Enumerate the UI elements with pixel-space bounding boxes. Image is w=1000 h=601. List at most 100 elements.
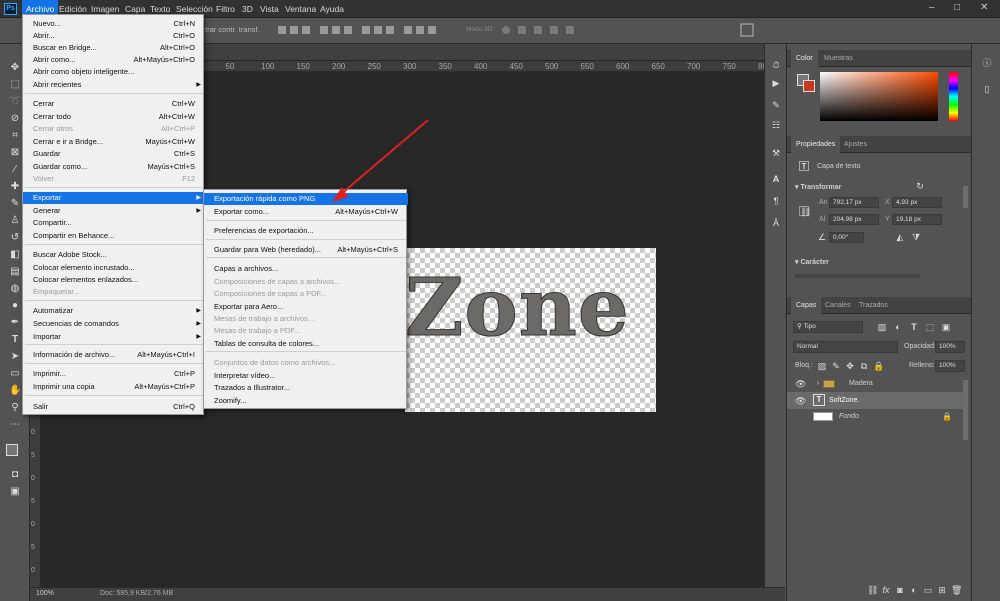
layer-filter-select[interactable]: ⚲ Tipo	[793, 321, 863, 333]
menu-item[interactable]: Exportar para Aero...	[204, 301, 408, 313]
foreground-color-swatch[interactable]	[6, 444, 18, 456]
menu-item[interactable]: Empaquetar...	[23, 286, 205, 298]
layer-name[interactable]: Madera	[849, 380, 873, 387]
menu-item[interactable]: Composiciones de capas a archivos...	[204, 276, 408, 288]
menu-item[interactable]: Cerrar otros Alt+Ctrl+P	[23, 123, 205, 135]
menu-item[interactable]: Compartir en Behance...	[23, 230, 205, 242]
tab-channels[interactable]: Canales	[820, 297, 856, 314]
filter-pixel-icon[interactable]: ▨	[877, 322, 887, 332]
libraries-icon[interactable]: ▯	[982, 84, 992, 94]
character-icon[interactable]: A	[771, 174, 781, 184]
fill-field[interactable]: 100%	[935, 360, 965, 372]
menu-item[interactable]: Conjuntos de datos como archivos...	[204, 357, 408, 369]
tab-color[interactable]: Color	[791, 50, 818, 67]
adjustment-layer-icon[interactable]: ◐	[909, 585, 919, 595]
opacity-field[interactable]: 100%	[935, 341, 965, 353]
menu-item[interactable]: Zoomify...	[204, 395, 408, 407]
menu-3d[interactable]: 3D	[238, 0, 257, 18]
tab-layers[interactable]: Capas	[791, 297, 822, 314]
tool-presets-icon[interactable]: ⚒	[771, 148, 781, 158]
document-canvas[interactable]: Zone	[405, 248, 656, 412]
menu-vista[interactable]: Vista	[256, 0, 283, 18]
color-field[interactable]	[820, 72, 938, 121]
lock-transparency-icon[interactable]: ▨	[817, 361, 827, 371]
menu-item[interactable]: Guardar Ctrl+S	[23, 148, 205, 160]
menu-item[interactable]: Abrir recientes ▶	[23, 79, 205, 91]
menu-item[interactable]: Composiciones de capas a PDF...	[204, 288, 408, 300]
healing-brush-tool-icon[interactable]: ✚	[9, 181, 21, 193]
menu-item[interactable]: Mesas de trabajo a archivos...	[204, 313, 408, 325]
link-proportions-icon[interactable]: ⛓	[799, 206, 811, 217]
move-tool-icon[interactable]: ✥	[9, 62, 21, 74]
menu-item[interactable]: Abrir como objeto inteligente...	[23, 66, 205, 78]
menu-item[interactable]: Preferencias de exportación...	[204, 225, 408, 237]
menu-item[interactable]: Automatizar ▶	[23, 305, 205, 317]
screen-mode-icon[interactable]: ▣	[9, 486, 21, 498]
menu-item[interactable]: Exportar ▶	[23, 192, 205, 204]
link-layers-icon[interactable]: ⛓	[867, 585, 878, 595]
layer-row-background[interactable]: Fondo 🔒	[787, 409, 963, 425]
menu-item[interactable]: Compartir...	[23, 217, 205, 229]
visibility-eye-icon[interactable]: 👁	[795, 379, 806, 389]
menu-item[interactable]: Guardar para Web (heredado)... Alt+Mayús+…	[204, 244, 408, 256]
tab-paths[interactable]: Trazados	[854, 297, 893, 314]
maximize-icon[interactable]: □	[954, 2, 960, 13]
filter-smart-object-icon[interactable]: ▣	[941, 322, 951, 332]
color-panel-background[interactable]	[803, 80, 815, 92]
menu-item[interactable]: Imprimir... Ctrl+P	[23, 368, 205, 380]
menu-item[interactable]: Secuencias de comandos ▶	[23, 318, 205, 330]
lock-artboard-icon[interactable]: ⧉	[859, 361, 869, 371]
layers-scrollbar[interactable]	[963, 380, 968, 440]
menu-item[interactable]: Capas a archivos...	[204, 263, 408, 275]
blur-tool-icon[interactable]: ◍	[9, 283, 21, 295]
adjustments-icon[interactable]: ☷	[771, 120, 781, 130]
properties-scrollbar[interactable]	[963, 186, 968, 208]
paragraph-icon[interactable]: ¶	[771, 196, 781, 206]
hue-slider[interactable]	[949, 72, 958, 121]
quick-mask-icon[interactable]: ◘	[9, 469, 21, 481]
menu-item[interactable]: Guardar como... Mayús+Ctrl+S	[23, 161, 205, 173]
menu-item[interactable]: Colocar elemento incrustado...	[23, 262, 205, 274]
type-tool-icon[interactable]: T	[9, 334, 21, 346]
tab-swatches[interactable]: Muestras	[819, 50, 858, 67]
blend-mode-select[interactable]: Normal	[793, 341, 898, 353]
menu-item[interactable]: Buscar en Bridge... Alt+Ctrl+O	[23, 42, 205, 54]
menu-item[interactable]: Importar ▶	[23, 331, 205, 343]
eraser-tool-icon[interactable]: ◧	[9, 249, 21, 261]
character-font-field[interactable]	[795, 274, 920, 278]
menu-item[interactable]: Mesas de trabajo a PDF...	[204, 325, 408, 337]
lock-position-icon[interactable]: ✥	[845, 361, 855, 371]
hand-tool-icon[interactable]: ✋	[9, 385, 21, 397]
menu-filtro[interactable]: Filtro	[212, 0, 239, 18]
new-layer-icon[interactable]: ⊞	[937, 585, 947, 595]
history-brush-tool-icon[interactable]: ↺	[9, 232, 21, 244]
brush-settings-icon[interactable]: ✎	[771, 100, 781, 110]
rectangle-tool-icon[interactable]: ▭	[9, 368, 21, 380]
new-group-icon[interactable]: ▭	[923, 585, 933, 595]
brush-tool-icon[interactable]: ✎	[9, 198, 21, 210]
menu-item[interactable]: Interpretar vídeo...	[204, 370, 408, 382]
path-selection-tool-icon[interactable]: ➤	[9, 351, 21, 363]
menu-ayuda[interactable]: Ayuda	[316, 0, 348, 18]
expand-group-icon[interactable]: ›	[813, 379, 823, 389]
menu-ventana[interactable]: Ventana	[281, 0, 320, 18]
menu-item[interactable]: Cerrar Ctrl+W	[23, 98, 205, 110]
menu-item[interactable]: Cerrar e ir a Bridge... Mayús+Ctrl+W	[23, 136, 205, 148]
gradient-tool-icon[interactable]: ▤	[9, 266, 21, 278]
width-field[interactable]: 792,17 px	[829, 197, 879, 208]
pen-tool-icon[interactable]: ✒	[9, 317, 21, 329]
menu-item[interactable]: Imprimir una copia Alt+Mayús+Ctrl+P	[23, 381, 205, 393]
filter-adjustment-icon[interactable]: ◐	[893, 322, 903, 332]
filter-type-icon[interactable]: T	[909, 322, 919, 332]
menu-item[interactable]: Abrir como... Alt+Mayús+Ctrl+O	[23, 54, 205, 66]
visibility-eye-icon[interactable]: 👁	[795, 396, 806, 406]
quick-selection-tool-icon[interactable]: ⊘	[9, 113, 21, 125]
menu-item[interactable]: Información de archivo... Alt+Mayús+Ctrl+…	[23, 349, 205, 361]
menu-item[interactable]: Cerrar todo Alt+Ctrl+W	[23, 111, 205, 123]
flip-horizontal-icon[interactable]: ◭	[895, 232, 905, 242]
tab-adjustments[interactable]: Ajustes	[839, 136, 872, 153]
menu-item[interactable]: Abrir... Ctrl+O	[23, 30, 205, 42]
x-field[interactable]: 4,93 px	[892, 197, 942, 208]
delete-layer-icon[interactable]: 🗑	[951, 585, 962, 595]
menu-item[interactable]: Buscar Adobe Stock...	[23, 249, 205, 261]
